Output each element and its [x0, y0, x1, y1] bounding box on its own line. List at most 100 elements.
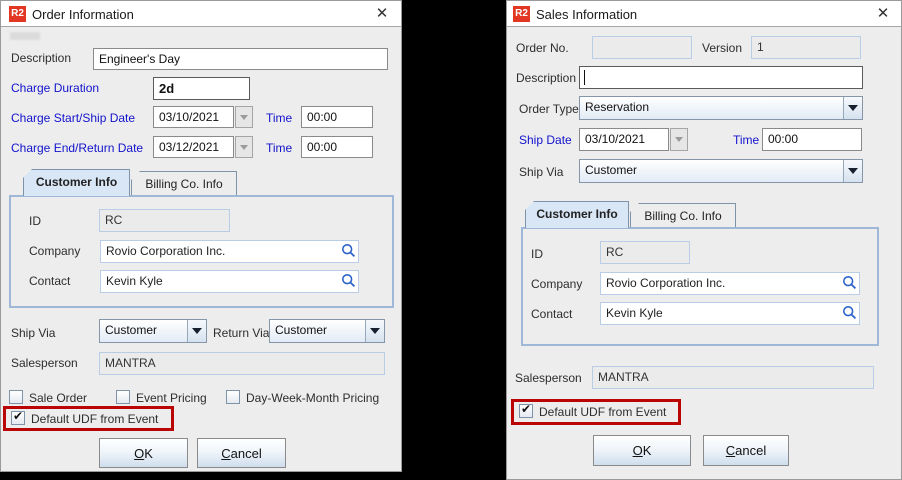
contact-label: Contact: [531, 307, 572, 321]
return-via-combobox[interactable]: Customer: [269, 319, 385, 343]
contact-search-icon[interactable]: [842, 305, 857, 320]
salesperson-field: MANTRA: [99, 352, 385, 375]
sale-order-label: Sale Order: [29, 391, 87, 405]
cancel-button[interactable]: Cancel: [197, 438, 286, 468]
ship-via-label: Ship Via: [519, 165, 563, 179]
ship-via-combobox[interactable]: Customer: [99, 319, 207, 343]
ok-button-label: OK: [633, 443, 652, 458]
tab-customer-info[interactable]: Customer Info: [525, 201, 629, 228]
default-udf-checkbox[interactable]: ✔: [519, 404, 533, 418]
order-type-label: Order Type: [519, 102, 579, 116]
ship-time-input[interactable]: 00:00: [762, 128, 862, 151]
ok-button[interactable]: OK: [593, 435, 691, 466]
salesperson-field: MANTRA: [592, 366, 874, 389]
ship-time-label: Time: [733, 133, 759, 147]
company-label: Company: [531, 277, 582, 291]
description-label: Description: [11, 51, 71, 65]
order-type-dropdown-icon: [843, 97, 862, 119]
company-search-icon[interactable]: [341, 243, 356, 258]
charge-duration-label: Charge Duration: [11, 81, 99, 95]
ship-via-dropdown-icon: [843, 160, 862, 182]
contact-search-icon[interactable]: [341, 273, 356, 288]
day-week-month-pricing-checkbox[interactable]: [226, 390, 240, 404]
tab-customer-info[interactable]: Customer Info: [23, 169, 130, 196]
charge-start-date-dropdown-icon[interactable]: [235, 106, 253, 128]
default-udf-checkbox[interactable]: ✔: [11, 411, 25, 425]
event-pricing-label: Event Pricing: [136, 391, 207, 405]
charge-duration-input[interactable]: 2d: [153, 77, 250, 100]
cancel-button[interactable]: Cancel: [703, 435, 789, 466]
return-via-value: Customer: [275, 323, 327, 337]
id-field: RC: [600, 241, 690, 264]
r2-logo-icon: R2: [9, 6, 26, 22]
ship-via-value: Customer: [585, 163, 637, 177]
description-input[interactable]: [579, 66, 863, 89]
order-dialog-titlebar[interactable]: R2 Order Information ✕: [1, 1, 401, 27]
close-icon[interactable]: ✕: [874, 5, 892, 23]
ok-button-label: OK: [134, 446, 153, 461]
contact-label: Contact: [29, 274, 70, 288]
contact-field[interactable]: Kevin Kyle: [600, 302, 860, 325]
contact-field[interactable]: Kevin Kyle: [100, 270, 359, 293]
return-via-dropdown-icon: [365, 320, 384, 342]
cancel-button-label: Cancel: [726, 443, 766, 458]
end-time-input[interactable]: 00:00: [301, 136, 373, 158]
charge-end-date-label: Charge End/Return Date: [11, 141, 143, 155]
r2-logo-icon: R2: [513, 6, 530, 22]
checkmark-icon: ✔: [13, 409, 23, 423]
tab-billing-co-info-label: Billing Co. Info: [631, 209, 735, 223]
ship-date-label: Ship Date: [519, 133, 572, 147]
charge-end-date-input[interactable]: 03/12/2021: [153, 136, 234, 158]
company-field[interactable]: Rovio Corporation Inc.: [600, 272, 860, 295]
tab-billing-co-info[interactable]: Billing Co. Info: [131, 171, 237, 196]
charge-end-date-dropdown-icon[interactable]: [235, 136, 253, 158]
order-information-dialog: R2 Order Information ✕ Description Engin…: [0, 0, 402, 472]
ship-via-combobox[interactable]: Customer: [579, 159, 863, 183]
salesperson-label: Salesperson: [515, 371, 582, 385]
cancel-button-label: Cancel: [221, 446, 261, 461]
ship-via-label: Ship Via: [11, 326, 55, 340]
default-udf-label: Default UDF from Event: [31, 412, 158, 426]
company-search-icon[interactable]: [842, 275, 857, 290]
smudge-artifact: [10, 32, 40, 40]
order-no-field: [592, 36, 692, 59]
start-time-label: Time: [266, 111, 292, 125]
sales-dialog-titlebar[interactable]: R2 Sales Information ✕: [507, 1, 901, 27]
ship-via-value: Customer: [105, 323, 157, 337]
tab-billing-co-info-label: Billing Co. Info: [132, 177, 236, 191]
order-no-label: Order No.: [516, 41, 569, 55]
end-time-label: Time: [266, 141, 292, 155]
ship-date-input[interactable]: 03/10/2021: [579, 128, 669, 151]
screenshot-stage: R2 Order Information ✕ Description Engin…: [0, 0, 902, 480]
salesperson-label: Salesperson: [11, 356, 78, 370]
tab-customer-info-label: Customer Info: [24, 175, 129, 189]
order-type-combobox[interactable]: Reservation: [579, 96, 863, 120]
charge-start-date-label: Charge Start/Ship Date: [11, 111, 135, 125]
sales-information-dialog: R2 Sales Information ✕ Order No. Version…: [506, 0, 902, 480]
ship-via-dropdown-icon: [187, 320, 206, 342]
description-input[interactable]: Engineer's Day: [93, 48, 388, 70]
ship-date-dropdown-icon[interactable]: [670, 128, 688, 151]
order-dialog-title: Order Information: [32, 7, 134, 22]
description-label: Description: [516, 71, 576, 85]
version-label: Version: [702, 41, 742, 55]
order-type-value: Reservation: [585, 100, 649, 114]
start-time-input[interactable]: 00:00: [301, 106, 373, 128]
company-field[interactable]: Rovio Corporation Inc.: [100, 240, 359, 263]
tab-billing-co-info[interactable]: Billing Co. Info: [630, 203, 736, 228]
day-week-month-pricing-label: Day-Week-Month Pricing: [246, 391, 379, 405]
charge-start-date-input[interactable]: 03/10/2021: [153, 106, 234, 128]
id-label: ID: [29, 214, 41, 228]
tab-customer-info-label: Customer Info: [526, 207, 628, 221]
id-label: ID: [531, 247, 543, 261]
sale-order-checkbox[interactable]: [9, 390, 23, 404]
ok-button[interactable]: OK: [99, 438, 188, 468]
close-icon[interactable]: ✕: [373, 5, 391, 23]
event-pricing-checkbox[interactable]: [116, 390, 130, 404]
company-label: Company: [29, 244, 80, 258]
default-udf-label: Default UDF from Event: [539, 405, 666, 419]
id-field: RC: [99, 209, 230, 232]
sales-dialog-title: Sales Information: [536, 7, 637, 22]
version-field: 1: [751, 36, 861, 59]
return-via-label: Return Via: [213, 326, 269, 340]
